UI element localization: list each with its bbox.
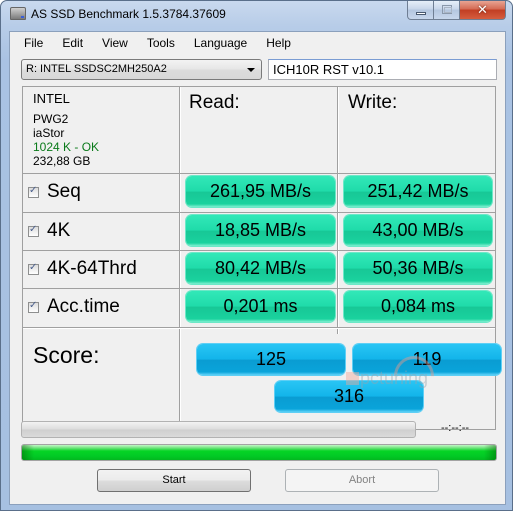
score-write: 119 <box>353 344 501 375</box>
window-title: AS SSD Benchmark 1.5.3784.37609 <box>31 7 226 21</box>
drive-alignment: 1024 K - OK <box>33 140 100 154</box>
test-label: 4K <box>47 220 71 241</box>
test-label: Seq <box>47 181 81 202</box>
maximize-button[interactable] <box>434 1 460 20</box>
drive-size: 232,88 GB <box>33 154 91 168</box>
drive-icon <box>10 7 26 20</box>
4k-read-result: 18,85 MB/s <box>186 215 335 246</box>
grid-divider <box>337 87 339 334</box>
test-label: 4K-64Thrd <box>47 258 137 279</box>
drive-select[interactable]: R: INTEL SSDSC2MH250A2 <box>21 59 262 80</box>
total-progress-fill <box>22 445 496 460</box>
grid-divider <box>23 327 495 329</box>
abort-button[interactable]: Abort <box>285 469 439 492</box>
seq-read-result: 261,95 MB/s <box>186 176 335 207</box>
write-header: Write: <box>348 92 398 113</box>
menu-bar: File Edit View Tools Language Help <box>10 32 505 54</box>
current-progress-bar <box>21 421 416 438</box>
seq-checkbox[interactable] <box>28 185 39 198</box>
4k64-checkbox[interactable] <box>28 262 39 275</box>
score-read: 125 <box>197 344 345 375</box>
caption-buttons: ✕ <box>407 1 506 20</box>
test-row-acctime: Acc.time <box>28 289 120 325</box>
menu-help[interactable]: Help <box>266 32 291 54</box>
grid-divider <box>179 87 181 334</box>
app-window: AS SSD Benchmark 1.5.3784.37609 ✕ File E… <box>0 0 513 511</box>
drive-info: INTEL PWG2 iaStor 1024 K - OK 232,88 GB <box>33 91 100 169</box>
grid-divider <box>23 212 495 213</box>
close-button[interactable]: ✕ <box>460 1 506 20</box>
menu-edit[interactable]: Edit <box>62 32 83 54</box>
controller-field[interactable]: ICH10R RST v10.1 <box>268 59 497 80</box>
4k64-write-result: 50,36 MB/s <box>344 253 492 284</box>
menu-language[interactable]: Language <box>194 32 247 54</box>
acctime-write-result: 0,084 ms <box>344 291 492 322</box>
results-grid: INTEL PWG2 iaStor 1024 K - OK 232,88 GB … <box>22 86 501 430</box>
close-icon: ✕ <box>477 2 488 17</box>
test-row-4k64: 4K-64Thrd <box>28 251 137 287</box>
acctime-read-result: 0,201 ms <box>186 291 335 322</box>
drive-firmware: PWG2 <box>33 112 69 126</box>
menu-file[interactable]: File <box>24 32 43 54</box>
4k64-read-result: 80,42 MB/s <box>186 253 335 284</box>
menu-view[interactable]: View <box>102 32 128 54</box>
4k-write-result: 43,00 MB/s <box>344 215 492 246</box>
test-label: Acc.time <box>47 296 120 317</box>
grid-divider <box>23 173 495 174</box>
chevron-down-icon <box>247 68 255 72</box>
acctime-checkbox[interactable] <box>28 300 39 313</box>
test-row-4k: 4K <box>28 213 70 249</box>
elapsed-timer: --:--:-- <box>440 422 470 434</box>
client-area: File Edit View Tools Language Help R: IN… <box>9 31 506 505</box>
title-bar[interactable]: AS SSD Benchmark 1.5.3784.37609 ✕ <box>1 1 512 27</box>
drive-brand: INTEL <box>33 91 70 106</box>
total-progress-bar <box>21 444 497 461</box>
start-button[interactable]: Start <box>97 469 251 492</box>
test-row-seq: Seq <box>28 174 81 210</box>
score-label: Score: <box>33 342 100 368</box>
drive-select-value: R: INTEL SSDSC2MH250A2 <box>26 63 167 75</box>
minimize-icon <box>416 12 426 15</box>
drive-driver: iaStor <box>33 126 65 140</box>
menu-tools[interactable]: Tools <box>147 32 175 54</box>
seq-write-result: 251,42 MB/s <box>344 176 492 207</box>
read-header: Read: <box>189 92 240 113</box>
score-total: 316 <box>275 381 423 412</box>
grid-divider <box>179 334 181 430</box>
4k-checkbox[interactable] <box>28 224 39 237</box>
maximize-icon <box>442 5 452 14</box>
minimize-button[interactable] <box>407 1 434 20</box>
